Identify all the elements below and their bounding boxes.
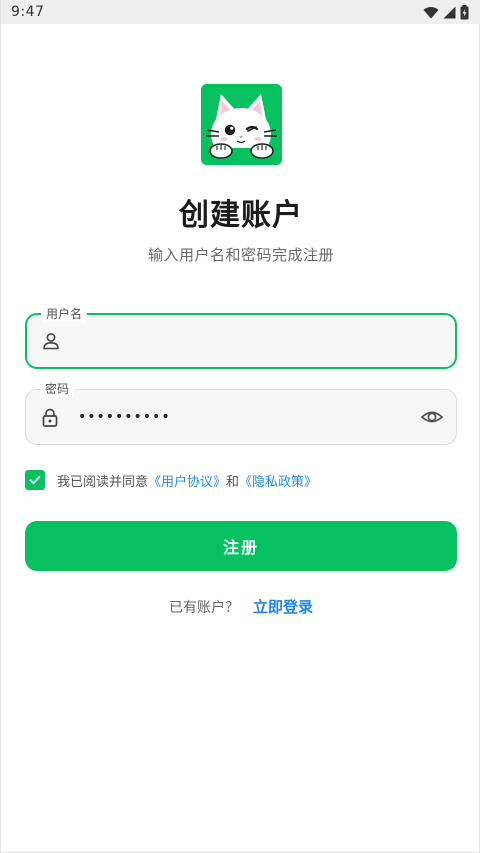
check-icon (29, 475, 41, 485)
password-field[interactable]: 密码 •••••••••• (25, 381, 457, 445)
user-icon (43, 333, 59, 350)
username-input[interactable] (77, 327, 405, 355)
login-prompt: 已有账户？ (168, 599, 239, 616)
status-icons (423, 4, 469, 20)
username-field[interactable]: 用户名 (25, 306, 457, 369)
agreement-row: 我已阅读并同意 《用户协议》 和 《隐私政策》 (25, 469, 317, 491)
password-input[interactable]: •••••••••• (78, 409, 171, 425)
page-subtitle: 输入用户名和密码完成注册 (147, 246, 334, 264)
status-time: 9:47 (11, 4, 45, 20)
battery-icon (460, 4, 469, 19)
agreement-checkbox[interactable] (25, 470, 45, 490)
password-label: 密码 (40, 381, 75, 397)
lock-icon (42, 408, 58, 427)
terms-link[interactable]: 《用户协议》 (148, 471, 226, 490)
login-link[interactable]: 立即登录 (253, 596, 313, 617)
register-screen: 9:47 创建账户 输入用户名和密码完成注册 用户名 密码 ••••••••••… (0, 0, 480, 853)
status-bar: 9:47 (1, 0, 480, 24)
page-title: 创建账户 (179, 198, 303, 233)
eye-icon[interactable] (420, 405, 444, 429)
wifi-icon (423, 6, 439, 19)
cat-mascot-icon (201, 84, 282, 165)
register-button[interactable]: 注册 (25, 521, 457, 571)
agreement-prefix: 我已阅读并同意 (57, 474, 149, 490)
username-label: 用户名 (41, 306, 88, 322)
privacy-link[interactable]: 《隐私政策》 (239, 471, 317, 490)
agreement-and: 和 (226, 474, 240, 490)
signal-icon (443, 6, 456, 18)
login-row: 已有账户？ 立即登录 (1, 596, 480, 617)
app-logo (201, 84, 282, 165)
